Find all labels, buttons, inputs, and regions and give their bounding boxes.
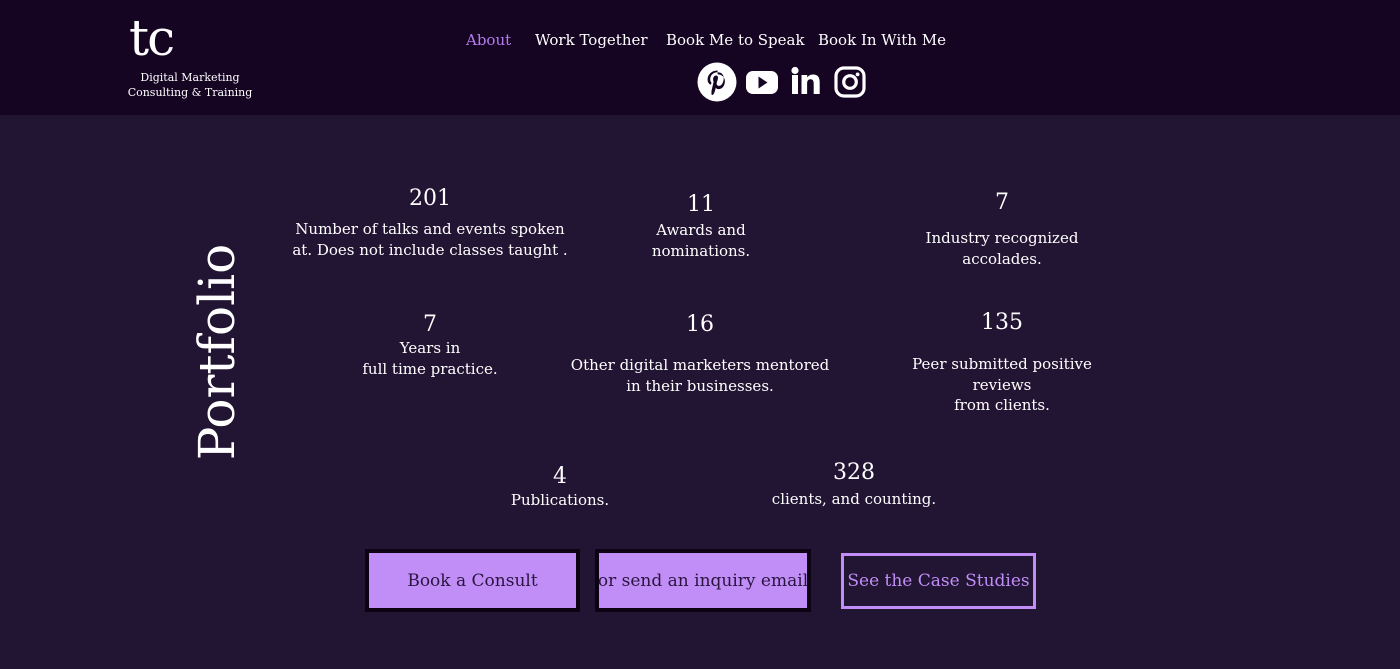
stat-value: 135 (981, 310, 1023, 335)
stat-desc-line: accolades. (962, 249, 1042, 268)
stat-value: 16 (686, 312, 714, 337)
logo-tagline: Digital Marketing Consulting & Training (126, 70, 254, 100)
stat-desc-line: clients, and counting. (771, 490, 937, 508)
stat-desc-line: Number of talks and events spoken (295, 220, 565, 238)
stat-accolades: 7 Industry recognized accolades. (902, 190, 1102, 269)
main-nav: About Work Together Book Me to Speak Boo… (0, 28, 1400, 52)
nav-item-work-together[interactable]: Work Together (535, 28, 648, 52)
stat-desc-line: Awards and (656, 221, 746, 239)
inquiry-email-button[interactable]: or send an inquiry email (595, 549, 811, 612)
linkedin-icon[interactable] (790, 62, 822, 102)
case-studies-button[interactable]: See the Case Studies (841, 553, 1036, 609)
stat-desc-line: nominations. (651, 241, 751, 260)
stat-years: 7 Years in full time practice. (330, 312, 530, 379)
stat-reviews: 135 Peer submitted positive reviews from… (892, 310, 1112, 416)
stat-desc-line: Peer submitted positive (912, 355, 1092, 373)
stat-value: 7 (423, 312, 437, 337)
stat-value: 201 (409, 186, 451, 211)
nav-item-about[interactable]: About (466, 28, 511, 52)
stat-desc-line: Other digital marketers mentored (570, 356, 830, 374)
stat-mentored: 16 Other digital marketers mentored in t… (570, 312, 830, 396)
logo-tagline-line2: Consulting & Training (127, 86, 253, 99)
stat-desc-line: Years in (399, 339, 461, 357)
stat-value: 4 (553, 464, 567, 489)
youtube-icon[interactable] (745, 62, 779, 102)
stat-awards: 11 Awards and nominations. (600, 192, 802, 261)
stat-value: 7 (995, 190, 1009, 215)
stat-publications: 4 Publications. (480, 464, 640, 511)
logo-tagline-line1: Digital Marketing (140, 71, 240, 84)
stat-desc-line: Industry recognized (925, 229, 1079, 247)
pinterest-icon[interactable] (697, 62, 737, 102)
stat-value: 328 (833, 460, 875, 485)
stat-desc-line: Publications. (510, 491, 610, 509)
stat-desc-line: in their businesses. (626, 376, 774, 395)
instagram-icon[interactable] (832, 62, 868, 102)
stat-desc-line: from clients. (954, 396, 1050, 414)
stat-value: 11 (687, 192, 715, 217)
site-header: tc Digital Marketing Consulting & Traini… (0, 0, 1400, 115)
book-consult-button[interactable]: Book a Consult (365, 549, 580, 612)
stat-desc-line: at. Does not include classes taught . (292, 240, 568, 259)
nav-item-book-in-with-me[interactable]: Book In With Me (818, 28, 946, 52)
stat-desc-line: reviews (972, 375, 1032, 394)
portfolio-heading: Portfolio (188, 243, 246, 461)
nav-item-book-me-to-speak[interactable]: Book Me to Speak (666, 28, 805, 52)
stat-talks: 201 Number of talks and events spoken at… (290, 186, 570, 260)
stat-clients: 328 clients, and counting. (754, 460, 954, 510)
stat-desc-line: full time practice. (362, 359, 498, 378)
